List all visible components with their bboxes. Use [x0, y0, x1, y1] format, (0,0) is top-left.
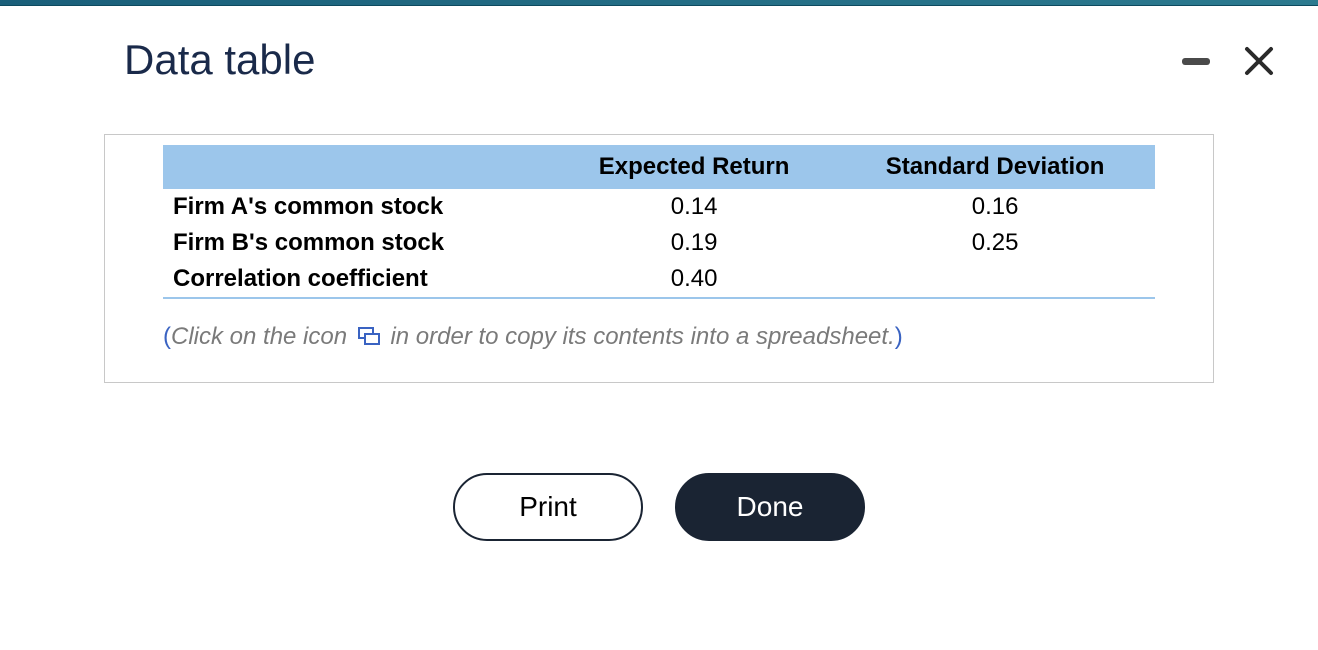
hint-before: Click on the icon — [171, 323, 347, 350]
row-expected-return: 0.19 — [553, 225, 835, 261]
content-box: Expected Return Standard Deviation Firm … — [104, 134, 1214, 383]
hint-after: in order to copy its contents into a spr… — [390, 323, 894, 350]
open-paren: ( — [163, 323, 171, 350]
row-expected-return: 0.14 — [553, 189, 835, 225]
table-row: Firm B's common stock 0.19 0.25 — [163, 225, 1155, 261]
table-header-row: Expected Return Standard Deviation — [163, 145, 1155, 189]
print-button[interactable]: Print — [453, 473, 643, 541]
dialog-title: Data table — [124, 36, 1194, 84]
title-bar: Data table — [4, 6, 1314, 104]
row-std-dev: 0.25 — [835, 225, 1155, 261]
row-std-dev — [835, 261, 1155, 298]
row-label: Firm B's common stock — [163, 225, 553, 261]
table-header-expected-return: Expected Return — [553, 145, 835, 189]
copy-to-spreadsheet-icon[interactable] — [358, 324, 380, 352]
table-row: Correlation coefficient 0.40 — [163, 261, 1155, 298]
row-std-dev: 0.16 — [835, 189, 1155, 225]
hint-text-row: (Click on the icon in order to copy its … — [163, 323, 1155, 352]
table-header-std-dev: Standard Deviation — [835, 145, 1155, 189]
close-icon[interactable] — [1244, 46, 1274, 76]
row-label: Firm A's common stock — [163, 189, 553, 225]
button-row: Print Done — [4, 473, 1314, 541]
row-label: Correlation coefficient — [163, 261, 553, 298]
table-row: Firm A's common stock 0.14 0.16 — [163, 189, 1155, 225]
window-controls — [1182, 46, 1274, 76]
row-expected-return: 0.40 — [553, 261, 835, 298]
data-table-dialog: Data table Expected Return Standard Devi… — [4, 6, 1314, 646]
data-table: Expected Return Standard Deviation Firm … — [163, 145, 1155, 299]
done-button[interactable]: Done — [675, 473, 865, 541]
minimize-icon[interactable] — [1182, 58, 1210, 65]
close-paren: ) — [895, 323, 903, 350]
table-header-empty — [163, 145, 553, 189]
